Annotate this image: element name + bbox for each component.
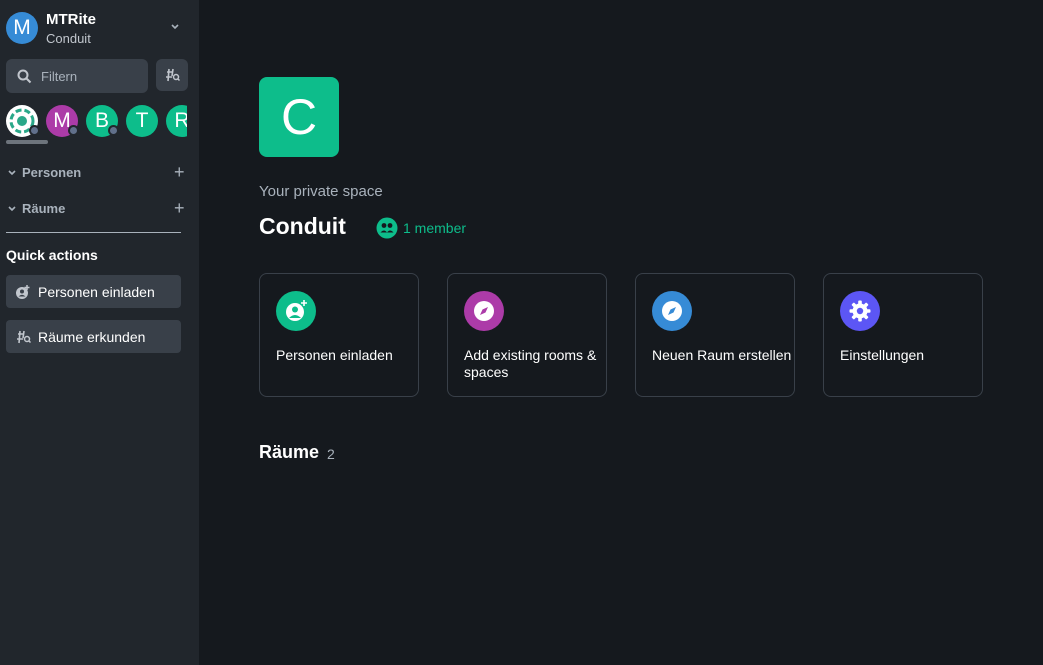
card-icon xyxy=(276,291,316,331)
card-invite-people[interactable]: Personen einladen xyxy=(259,273,419,397)
member-count-label: 1 member xyxy=(403,220,467,236)
chevron-down-icon xyxy=(8,170,16,176)
space-avatar-t[interactable]: T xyxy=(126,105,158,137)
invite-people-label: Personen einladen xyxy=(38,284,155,300)
space-header[interactable]: M MTRite Conduit xyxy=(6,11,192,47)
card-label: Neuen Raum erstellen xyxy=(652,347,792,363)
space-avatar: M xyxy=(6,12,38,44)
section-label: Personen xyxy=(22,165,82,180)
invite-person-icon xyxy=(16,285,30,299)
card-new-room[interactable]: Neuen Raum erstellen xyxy=(635,273,795,397)
space-badge xyxy=(29,125,40,136)
space-badge xyxy=(68,125,79,136)
space-subtitle: Conduit xyxy=(46,31,91,46)
sidebar: M MTRite Conduit Filtern M B T R Persone… xyxy=(0,0,199,665)
rooms-section-title: Räume xyxy=(259,442,320,462)
divider xyxy=(6,232,181,233)
page-title: Conduit xyxy=(259,213,346,239)
section-label: Räume xyxy=(22,201,66,216)
explore-hash-icon xyxy=(17,330,31,344)
chevron-down-icon[interactable] xyxy=(168,19,182,33)
rooms-count: 2 xyxy=(327,446,335,462)
chevron-down-icon xyxy=(8,206,16,212)
section-personen[interactable]: Personen + xyxy=(6,163,188,183)
card-icon xyxy=(652,291,692,331)
card-icon xyxy=(464,291,504,331)
explore-hash-icon xyxy=(166,68,180,82)
add-room-icon[interactable]: + xyxy=(174,199,185,217)
explore-rooms-quick-button[interactable]: Räume erkunden xyxy=(6,320,181,353)
space-avatar-r[interactable]: R xyxy=(166,105,187,137)
space-home: C Your private space Conduit 1 member Pe… xyxy=(199,0,1043,665)
invite-people-button[interactable]: Personen einladen xyxy=(6,275,181,308)
card-label: Personen einladen xyxy=(276,347,393,363)
section-raeume[interactable]: Räume + xyxy=(6,199,188,219)
space-visibility-label: Your private space xyxy=(259,183,383,200)
members-icon xyxy=(376,217,398,239)
quick-actions-title: Quick actions xyxy=(6,247,98,263)
card-label: Add existing rooms & spaces xyxy=(464,347,597,380)
space-large-avatar: C xyxy=(259,77,339,157)
filter-placeholder: Filtern xyxy=(41,69,78,84)
explore-rooms-button[interactable] xyxy=(156,59,188,91)
gear-icon xyxy=(849,300,871,322)
card-add-existing[interactable]: Add existing rooms & spaces xyxy=(447,273,607,397)
add-person-icon[interactable]: + xyxy=(174,163,185,181)
filter-input[interactable]: Filtern xyxy=(6,59,148,93)
card-settings[interactable]: Einstellungen xyxy=(823,273,983,397)
space-switcher: M B T R xyxy=(6,105,187,145)
compass-icon xyxy=(474,301,494,321)
search-icon xyxy=(17,69,32,84)
space-badge xyxy=(108,125,119,136)
space-name: MTRite xyxy=(46,11,96,28)
space-active-indicator xyxy=(6,140,48,144)
invite-person-icon xyxy=(286,300,307,321)
card-icon xyxy=(840,291,880,331)
explore-rooms-label: Räume erkunden xyxy=(38,329,146,345)
compass-icon xyxy=(662,301,682,321)
card-label: Einstellungen xyxy=(840,347,925,363)
